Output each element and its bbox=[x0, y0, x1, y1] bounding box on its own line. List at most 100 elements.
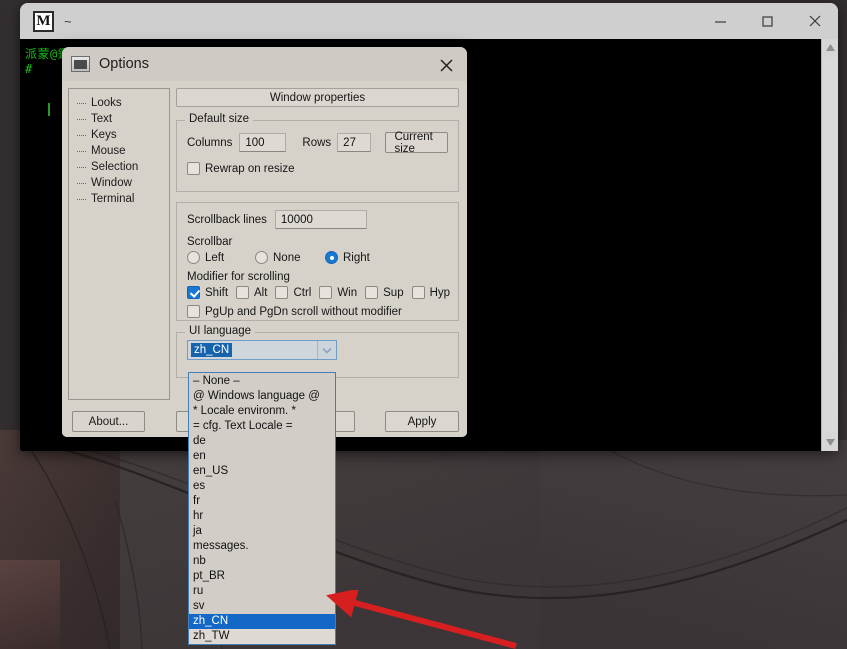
annotation-arrow bbox=[326, 590, 517, 649]
chevron-down-icon[interactable] bbox=[317, 341, 336, 359]
checkbox-box bbox=[187, 162, 200, 175]
modifier-label: Alt bbox=[254, 286, 268, 299]
checkbox-box bbox=[275, 286, 289, 299]
dropdown-option[interactable]: pt_BR bbox=[189, 569, 335, 584]
pgup-label: PgUp and PgDn scroll without modifier bbox=[205, 305, 402, 318]
scrollbar-option-right[interactable]: Right bbox=[325, 251, 370, 264]
scrollback-lines-input[interactable]: 10000 bbox=[274, 210, 367, 229]
scrollbar-title: Scrollbar bbox=[187, 236, 233, 248]
modifier-label: Hyp bbox=[429, 286, 451, 299]
radio-box bbox=[187, 251, 200, 264]
modifier-shift-checkbox[interactable]: Shift bbox=[187, 286, 228, 299]
modifier-win-checkbox[interactable]: Win bbox=[319, 286, 357, 299]
modifier-label: Sup bbox=[383, 286, 404, 299]
current-size-button[interactable]: Current size bbox=[385, 131, 449, 155]
tree-item-looks[interactable]: Looks bbox=[69, 95, 169, 111]
modifier-ctrl-checkbox[interactable]: Ctrl bbox=[275, 286, 311, 299]
minimize-icon[interactable] bbox=[697, 3, 744, 39]
ui-language-title: UI language bbox=[185, 325, 256, 337]
settings-tree[interactable]: Looks Text Keys Mouse Selection Window T… bbox=[68, 88, 170, 400]
dropdown-option[interactable]: de bbox=[189, 434, 335, 449]
modifier-label: Win bbox=[337, 286, 358, 299]
dropdown-option[interactable]: sv bbox=[189, 599, 335, 614]
scrollbar-thumb[interactable] bbox=[823, 57, 838, 432]
checkbox-box bbox=[319, 286, 333, 299]
tree-item-label: Text bbox=[91, 113, 113, 125]
tree-item-label: Terminal bbox=[91, 193, 135, 205]
settings-panel: Window properties Default size Columns 1… bbox=[176, 88, 459, 378]
dialog-title: Options bbox=[99, 56, 149, 72]
tree-item-label: Keys bbox=[91, 129, 117, 141]
tree-item-terminal[interactable]: Terminal bbox=[69, 191, 169, 207]
scrollbar-option-left[interactable]: Left bbox=[187, 251, 255, 264]
dropdown-option[interactable]: = cfg. Text Locale = bbox=[189, 419, 335, 434]
terminal-icon bbox=[71, 56, 90, 72]
dropdown-option[interactable]: fr bbox=[189, 494, 335, 509]
radio-label: None bbox=[273, 251, 301, 264]
dropdown-option[interactable]: en bbox=[189, 449, 335, 464]
modifier-label: Ctrl bbox=[293, 286, 312, 299]
dropdown-option[interactable]: * Locale environm. * bbox=[189, 404, 335, 419]
terminal-cursor bbox=[48, 103, 50, 116]
scroll-up-arrow[interactable] bbox=[822, 39, 839, 56]
dropdown-option[interactable]: en_US bbox=[189, 464, 335, 479]
dropdown-option[interactable]: – None – bbox=[189, 374, 335, 389]
apply-button[interactable]: Apply bbox=[385, 411, 459, 432]
window-controls bbox=[697, 3, 838, 39]
dropdown-option[interactable]: nb bbox=[189, 554, 335, 569]
tree-item-selection[interactable]: Selection bbox=[69, 159, 169, 175]
columns-input[interactable]: 100 bbox=[239, 133, 287, 152]
modifier-sup-checkbox[interactable]: Sup bbox=[365, 286, 404, 299]
default-size-title: Default size bbox=[185, 113, 254, 125]
pgup-pgdn-checkbox[interactable]: PgUp and PgDn scroll without modifier bbox=[187, 305, 448, 318]
scroll-down-arrow[interactable] bbox=[822, 434, 839, 451]
dropdown-option[interactable]: ru bbox=[189, 584, 335, 599]
dropdown-option[interactable]: @ Windows language @ bbox=[189, 389, 335, 404]
dialog-close-icon[interactable] bbox=[435, 55, 457, 75]
dropdown-option[interactable]: hr bbox=[189, 509, 335, 524]
radio-box bbox=[255, 251, 268, 264]
terminal-titlebar[interactable]: M ~ bbox=[20, 3, 838, 39]
dialog-titlebar[interactable]: Options bbox=[62, 47, 467, 81]
tree-item-window[interactable]: Window bbox=[69, 175, 169, 191]
modifier-hyp-checkbox[interactable]: Hyp bbox=[411, 286, 451, 299]
checkbox-box bbox=[187, 286, 200, 299]
tree-item-mouse[interactable]: Mouse bbox=[69, 143, 169, 159]
ui-language-combobox[interactable]: zh_CN bbox=[187, 340, 337, 360]
checkbox-box bbox=[236, 286, 250, 299]
dropdown-option-selected[interactable]: zh_CN bbox=[189, 614, 335, 629]
rewrap-on-resize-checkbox[interactable]: Rewrap on resize bbox=[187, 162, 448, 175]
dropdown-option[interactable]: es bbox=[189, 479, 335, 494]
page-title: Window properties bbox=[176, 88, 459, 107]
terminal-scrollbar[interactable] bbox=[821, 39, 838, 451]
columns-label: Columns bbox=[187, 136, 233, 149]
dropdown-option[interactable]: ja bbox=[189, 524, 335, 539]
rows-input[interactable]: 27 bbox=[337, 133, 372, 152]
rewrap-label: Rewrap on resize bbox=[205, 162, 295, 175]
scrollbar-option-none[interactable]: None bbox=[255, 251, 325, 264]
tree-item-text[interactable]: Text bbox=[69, 111, 169, 127]
terminal-title: ~ bbox=[64, 13, 72, 29]
radio-label: Left bbox=[205, 251, 225, 264]
modifier-for-scrolling-title: Modifier for scrolling bbox=[187, 271, 290, 283]
checkbox-box bbox=[411, 286, 425, 299]
tree-item-keys[interactable]: Keys bbox=[69, 127, 169, 143]
mintty-m-icon: M bbox=[33, 10, 54, 32]
scrollback-lines-label: Scrollback lines bbox=[187, 213, 267, 226]
about-button[interactable]: About... bbox=[72, 411, 145, 432]
dropdown-option[interactable]: messages. bbox=[189, 539, 335, 554]
radio-label: Right bbox=[343, 251, 370, 264]
tree-item-label: Mouse bbox=[91, 145, 126, 157]
tree-item-label: Selection bbox=[91, 161, 139, 173]
checkbox-box bbox=[365, 286, 379, 299]
checkbox-box bbox=[187, 305, 200, 318]
modifier-alt-checkbox[interactable]: Alt bbox=[236, 286, 267, 299]
close-icon[interactable] bbox=[791, 3, 838, 39]
scroll-group: Scrollback lines 10000 Scrollbar Left No… bbox=[176, 202, 459, 321]
rows-label: Rows bbox=[302, 136, 332, 149]
tree-item-label: Looks bbox=[91, 97, 122, 109]
maximize-icon[interactable] bbox=[744, 3, 791, 39]
dropdown-option[interactable]: zh_TW bbox=[189, 629, 335, 644]
tree-item-label: Window bbox=[91, 177, 132, 189]
ui-language-dropdown-list[interactable]: – None – @ Windows language @ * Locale e… bbox=[188, 372, 336, 645]
